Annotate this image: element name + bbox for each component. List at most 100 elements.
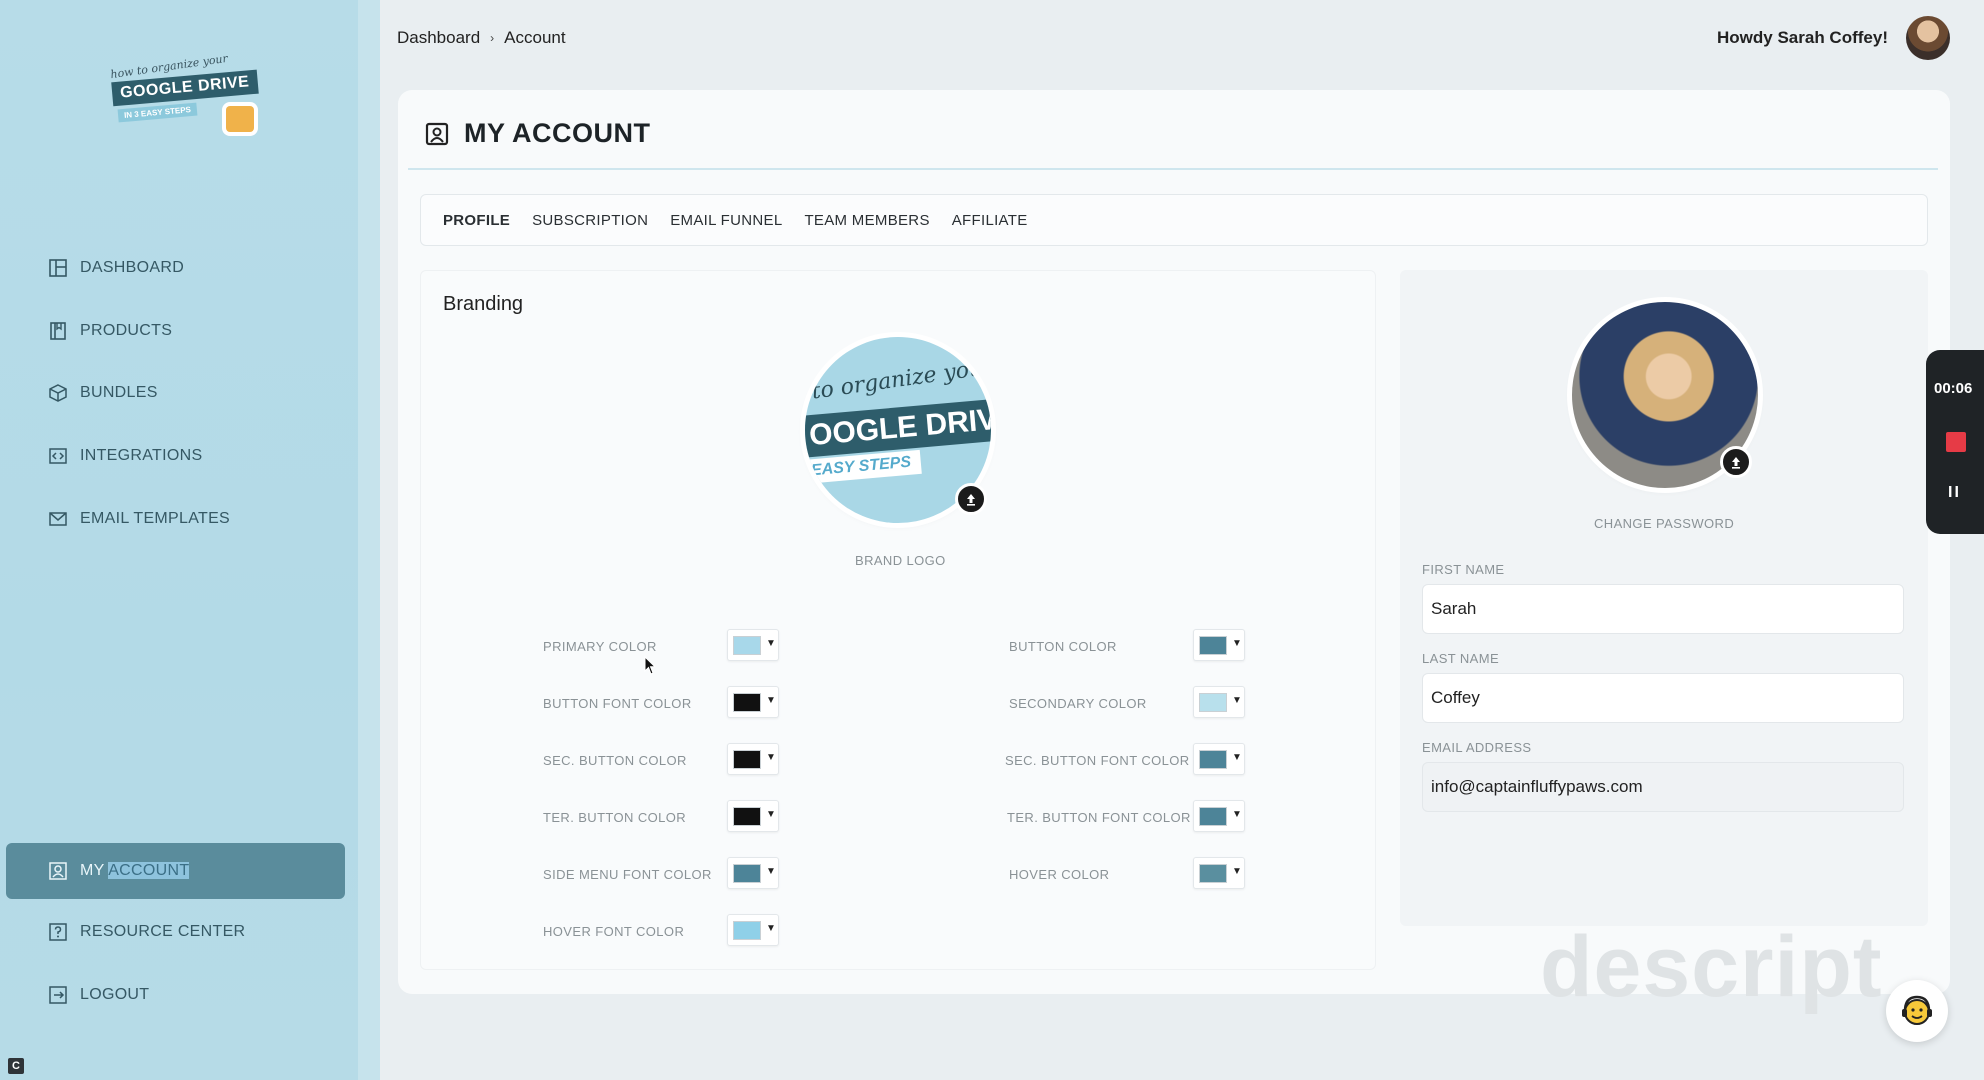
ter-button-font-color-picker[interactable]: ▼ (1193, 800, 1245, 832)
recording-timer: 00:06 (1934, 380, 1973, 397)
tab-team-members[interactable]: TEAM MEMBERS (804, 212, 929, 229)
dropdown-arrow-icon: ▼ (1232, 809, 1242, 820)
help-icon (49, 923, 67, 941)
book-icon (50, 322, 66, 340)
dropdown-arrow-icon: ▼ (766, 638, 776, 649)
color-chip (733, 750, 761, 769)
sec-button-font-color-label: SEC. BUTTON FONT COLOR (1005, 753, 1190, 768)
first-name-field[interactable] (1422, 584, 1904, 634)
color-chip (733, 864, 761, 883)
button-font-color-label: BUTTON FONT COLOR (543, 696, 692, 711)
tab-profile[interactable]: PROFILE (443, 212, 510, 229)
sidebar-item-dashboard[interactable]: DASHBOARD (48, 253, 184, 283)
color-chip (733, 807, 761, 826)
avatar[interactable] (1906, 16, 1950, 60)
sidebar-item-label: DASHBOARD (80, 259, 185, 276)
hover-color-picker[interactable]: ▼ (1193, 857, 1245, 889)
email-label: EMAIL ADDRESS (1422, 740, 1532, 755)
code-icon (49, 448, 67, 464)
sidebar-item-bundles[interactable]: BUNDLES (48, 378, 158, 408)
sec-button-color-picker[interactable]: ▼ (727, 743, 779, 775)
brand-logo-main: OOGLE DRIV (805, 398, 991, 458)
account-icon (425, 122, 449, 145)
sidebar-item-email-templates[interactable]: EMAIL TEMPLATES (48, 504, 230, 534)
upload-icon (967, 494, 975, 506)
profile-photo-upload-button[interactable] (1720, 446, 1752, 478)
button-font-color-picker[interactable]: ▼ (727, 686, 779, 718)
first-name-label: FIRST NAME (1422, 562, 1505, 577)
branding-panel: Branding to organize your OOGLE DRIV EAS… (420, 270, 1376, 970)
page-title-row: MY ACCOUNT (424, 118, 651, 149)
sidebar-item-products[interactable]: PRODUCTS (48, 316, 172, 346)
profile-panel: CHANGE PASSWORD FIRST NAME LAST NAME EMA… (1400, 270, 1928, 926)
breadcrumb-current: Account (504, 28, 566, 47)
email-field[interactable] (1422, 762, 1904, 812)
color-chip (1199, 750, 1227, 769)
support-agent-icon (1902, 995, 1932, 1025)
sidebar-edge (358, 0, 380, 1080)
dropdown-arrow-icon: ▼ (766, 752, 776, 763)
color-chip (1199, 636, 1227, 655)
brand-logo-upload-button[interactable] (955, 483, 987, 515)
color-chip (1199, 807, 1227, 826)
breadcrumb-separator: › (490, 31, 495, 45)
change-password-link[interactable]: CHANGE PASSWORD (1594, 516, 1734, 531)
branding-heading: Branding (443, 293, 524, 315)
dropdown-arrow-icon: ▼ (766, 809, 776, 820)
ter-button-font-color-label: TER. BUTTON FONT COLOR (1007, 810, 1191, 825)
logout-icon (49, 986, 67, 1004)
watermark: descript (1540, 919, 1883, 1015)
primary-color-label: PRIMARY COLOR (543, 639, 657, 654)
dropdown-arrow-icon: ▼ (766, 923, 776, 934)
sidebar-item-integrations[interactable]: INTEGRATIONS (48, 441, 202, 471)
dropdown-arrow-icon: ▼ (1232, 638, 1242, 649)
support-chat-button[interactable] (1886, 980, 1948, 1042)
breadcrumb-root[interactable]: Dashboard (397, 28, 480, 48)
account-card: MY ACCOUNT PROFILE SUBSCRIPTION EMAIL FU… (398, 90, 1950, 994)
logo-sub-text: IN 3 EASY STEPS (117, 102, 198, 123)
selected-text: ACCOUNT (108, 862, 190, 879)
tab-subscription[interactable]: SUBSCRIPTION (532, 212, 648, 229)
sidebar-item-label: EMAIL TEMPLATES (80, 510, 231, 527)
mail-icon (49, 512, 67, 526)
user-greeting: Howdy Sarah Coffey! (1717, 28, 1888, 47)
dashboard-icon (49, 259, 67, 277)
brand-logo[interactable]: how to organize your GOOGLE DRIVE IN 3 E… (108, 52, 259, 138)
tab-email-funnel[interactable]: EMAIL FUNNEL (670, 212, 782, 229)
sec-button-color-label: SEC. BUTTON COLOR (543, 753, 687, 768)
tab-affiliate[interactable]: AFFILIATE (952, 212, 1028, 229)
side-menu-font-color-picker[interactable]: ▼ (727, 857, 779, 889)
button-color-label: BUTTON COLOR (1009, 639, 1117, 654)
brand-logo-caption: BRAND LOGO (855, 553, 946, 568)
brand-logo-script: to organize your (810, 354, 991, 405)
ter-button-color-label: TER. BUTTON COLOR (543, 810, 687, 825)
sidebar-item-label: BUNDLES (80, 384, 158, 401)
secondary-color-label: SECONDARY COLOR (1009, 696, 1147, 711)
breadcrumb: Dashboard › Account (397, 28, 566, 48)
color-chip (733, 693, 761, 712)
account-tabs: PROFILE SUBSCRIPTION EMAIL FUNNEL TEAM M… (420, 194, 1928, 246)
hover-font-color-label: HOVER FONT COLOR (543, 924, 685, 939)
primary-color-picker[interactable]: ▼ (727, 629, 779, 661)
sidebar-item-label: PRODUCTS (80, 322, 173, 339)
button-color-picker[interactable]: ▼ (1193, 629, 1245, 661)
last-name-field[interactable] (1422, 673, 1904, 723)
label-prefix: MY (80, 862, 109, 879)
secondary-color-picker[interactable]: ▼ (1193, 686, 1245, 718)
dropdown-arrow-icon: ▼ (766, 866, 776, 877)
stop-recording-button[interactable] (1946, 432, 1966, 452)
sec-button-font-color-picker[interactable]: ▼ (1193, 743, 1245, 775)
sidebar-item-my-account-inner: MY ACCOUNT (48, 856, 190, 886)
dropdown-arrow-icon: ▼ (1232, 752, 1242, 763)
title-divider (408, 168, 1938, 170)
sidebar-item-my-account[interactable]: MY ACCOUNT (6, 843, 345, 899)
box-icon (49, 384, 67, 402)
color-chip (733, 921, 761, 940)
upload-icon (1732, 457, 1740, 469)
sidebar-item-resource-center[interactable]: RESOURCE CENTER (48, 917, 245, 947)
pause-recording-button[interactable]: II (1948, 484, 1961, 502)
ter-button-color-picker[interactable]: ▼ (727, 800, 779, 832)
hover-font-color-picker[interactable]: ▼ (727, 914, 779, 946)
sidebar-item-logout[interactable]: LOGOUT (48, 980, 149, 1010)
dropdown-arrow-icon: ▼ (766, 695, 776, 706)
